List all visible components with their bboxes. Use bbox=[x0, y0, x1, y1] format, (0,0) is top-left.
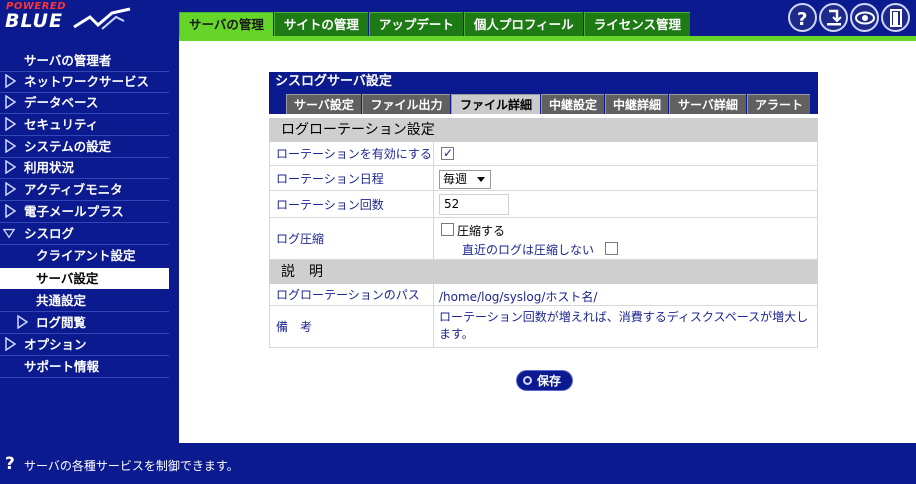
sidebar-item-common-settings[interactable]: 共通設定 bbox=[0, 290, 169, 311]
subtab-relay-settings[interactable]: 中継設定 bbox=[541, 94, 604, 114]
sidebar-item-label: システムの設定 bbox=[24, 139, 112, 154]
sidebar-item-label: アクティブモニタ bbox=[24, 182, 123, 197]
section-description: 説 明 bbox=[269, 260, 818, 284]
rotation-count-label: ローテーション回数 bbox=[269, 191, 434, 217]
save-button[interactable]: 保存 bbox=[516, 370, 573, 391]
rotation-schedule-select[interactable]: 毎週 bbox=[439, 170, 491, 189]
sidebar-item-label: オプション bbox=[24, 337, 87, 352]
logout-icon[interactable] bbox=[881, 3, 910, 32]
sidebar-item-client-settings[interactable]: クライアント設定 bbox=[0, 245, 169, 266]
chevron-down-icon bbox=[477, 177, 485, 182]
sidebar-item-support-info[interactable]: サポート情報 bbox=[0, 356, 169, 377]
sidebar-item-label: クライアント設定 bbox=[36, 248, 136, 263]
chevron-right-icon bbox=[5, 337, 16, 351]
eye-icon[interactable] bbox=[850, 3, 879, 32]
sidebar-item-security[interactable]: セキュリティ bbox=[0, 114, 169, 135]
chevron-right-icon bbox=[5, 95, 16, 109]
subtab-server-settings[interactable]: サーバ設定 bbox=[286, 94, 361, 114]
log-compress-label: ログ圧縮 bbox=[269, 218, 434, 259]
rotation-enable-label: ローテーションを有効にする bbox=[269, 142, 434, 165]
subtab-relay-detail[interactable]: 中継詳細 bbox=[605, 94, 668, 114]
status-message: サーバの各種サービスを制御できます。 bbox=[24, 459, 239, 473]
main-tabs: サーバの管理 サイトの管理 アップデート 個人プロフィール ライセンス管理 bbox=[179, 12, 691, 36]
rotation-path-value: /home/log/syslog/ホスト名/ bbox=[439, 290, 598, 304]
section-log-rotation: ログローテーション設定 bbox=[269, 118, 818, 142]
subtabs: サーバ設定 ファイル出力 ファイル詳細 中継設定 中継詳細 サーバ詳細 アラート bbox=[269, 92, 818, 114]
subtab-file-detail[interactable]: ファイル詳細 bbox=[451, 94, 540, 114]
compress-recent-checkbox[interactable] bbox=[605, 242, 618, 255]
tab-site-management[interactable]: サイトの管理 bbox=[273, 12, 368, 36]
tab-personal-profile[interactable]: 個人プロフィール bbox=[463, 12, 583, 36]
chevron-right-icon bbox=[5, 117, 16, 131]
blue-logo: POWERED BLUE bbox=[2, 1, 132, 35]
status-footer: ? サーバの各種サービスを制御できます。 bbox=[0, 443, 916, 484]
rotation-enable-checkbox[interactable] bbox=[441, 146, 454, 160]
subtab-alert[interactable]: アラート bbox=[747, 94, 810, 114]
note-value: ローテーション回数が増えれば、消費するディスクスペースが増大します。 bbox=[439, 310, 809, 341]
rotation-path-label: ログローテーションのパス bbox=[269, 284, 434, 305]
row-rotation-schedule: ローテーション日程 毎週 bbox=[269, 166, 818, 191]
tab-update[interactable]: アップデート bbox=[368, 12, 463, 36]
chevron-right-icon bbox=[17, 315, 28, 329]
chevron-right-icon bbox=[5, 204, 16, 218]
compress-recent-label: 直近のログは圧縮しない bbox=[462, 243, 595, 257]
sidebar-item-active-monitor[interactable]: アクティブモニタ bbox=[0, 179, 169, 200]
compress-option-label: 圧縮する bbox=[457, 224, 506, 238]
sidebar-item-network-services[interactable]: ネットワークサービス bbox=[0, 71, 169, 92]
tab-server-management[interactable]: サーバの管理 bbox=[179, 12, 273, 36]
sidebar-item-label: サーバの管理者 bbox=[24, 53, 112, 68]
header-icons: ? bbox=[788, 3, 910, 32]
sidebar-item-label: ログ閲覧 bbox=[36, 315, 87, 330]
sidebar-item-database[interactable]: データベース bbox=[0, 92, 169, 113]
tab-license-management[interactable]: ライセンス管理 bbox=[583, 12, 690, 36]
sidebar-item-server-admin[interactable]: サーバの管理者 bbox=[0, 50, 169, 71]
rotation-count-input[interactable]: 52 bbox=[439, 194, 509, 215]
sidebar-item-label: ネットワークサービス bbox=[24, 74, 150, 89]
rotation-schedule-value: 毎週 bbox=[443, 172, 468, 186]
sidebar: サーバの管理者 ネットワークサービス データベース セキュリティ システムの設定… bbox=[0, 41, 179, 443]
chevron-right-icon bbox=[5, 74, 16, 88]
sidebar-item-email-plus[interactable]: 電子メールプラス bbox=[0, 201, 169, 222]
logo-blue-text: BLUE bbox=[5, 10, 63, 32]
row-rotation-enable: ローテーションを有効にする bbox=[269, 142, 818, 166]
help-icon[interactable]: ? bbox=[788, 3, 817, 32]
sidebar-item-label: 利用状況 bbox=[24, 160, 75, 175]
row-rotation-count: ローテーション回数 52 bbox=[269, 191, 818, 218]
sidebar-item-label: データベース bbox=[24, 95, 99, 110]
sidebar-item-syslog[interactable]: シスログ bbox=[0, 223, 169, 244]
sidebar-item-label: 電子メールプラス bbox=[24, 204, 124, 219]
subtab-server-detail[interactable]: サーバ詳細 bbox=[669, 94, 746, 114]
save-icon bbox=[523, 376, 532, 385]
row-log-compress: ログ圧縮 圧縮する 直近のログは圧縮しない bbox=[269, 218, 818, 260]
sidebar-item-log-view[interactable]: ログ閲覧 bbox=[0, 312, 169, 333]
save-button-label: 保存 bbox=[537, 374, 562, 388]
row-note: 備 考 ローテーション回数が増えれば、消費するディスクスペースが増大します。 bbox=[269, 306, 818, 348]
rotation-schedule-label: ローテーション日程 bbox=[269, 166, 434, 190]
chevron-right-icon bbox=[5, 182, 16, 196]
download-icon[interactable] bbox=[819, 3, 848, 32]
sidebar-item-usage[interactable]: 利用状況 bbox=[0, 157, 169, 178]
sidebar-item-server-settings[interactable]: サーバ設定 bbox=[0, 268, 169, 289]
sidebar-item-label: サーバ設定 bbox=[36, 271, 99, 286]
logo-swoosh-icon bbox=[73, 7, 131, 30]
sidebar-item-label: 共通設定 bbox=[36, 293, 87, 308]
chevron-right-icon bbox=[5, 139, 16, 153]
sidebar-item-label: セキュリティ bbox=[24, 117, 99, 132]
subtab-file-output[interactable]: ファイル出力 bbox=[362, 94, 450, 114]
svg-text:?: ? bbox=[797, 9, 807, 28]
top-header: POWERED BLUE サーバの管理 サイトの管理 アップデート 個人プロフィ… bbox=[0, 0, 916, 36]
chevron-down-icon bbox=[3, 228, 15, 239]
sidebar-item-system-settings[interactable]: システムの設定 bbox=[0, 136, 169, 157]
compress-checkbox[interactable] bbox=[441, 223, 454, 236]
row-rotation-path: ログローテーションのパス /home/log/syslog/ホスト名/ bbox=[269, 284, 818, 306]
sidebar-item-label: シスログ bbox=[24, 226, 75, 241]
note-label: 備 考 bbox=[269, 306, 434, 347]
app-window: POWERED BLUE サーバの管理 サイトの管理 アップデート 個人プロフィ… bbox=[0, 0, 916, 484]
sidebar-item-label: サポート情報 bbox=[24, 359, 100, 374]
chevron-right-icon bbox=[5, 160, 16, 174]
help-icon: ? bbox=[5, 454, 15, 474]
panel-title: シスログサーバ設定 bbox=[269, 72, 818, 92]
sidebar-item-options[interactable]: オプション bbox=[0, 334, 169, 355]
